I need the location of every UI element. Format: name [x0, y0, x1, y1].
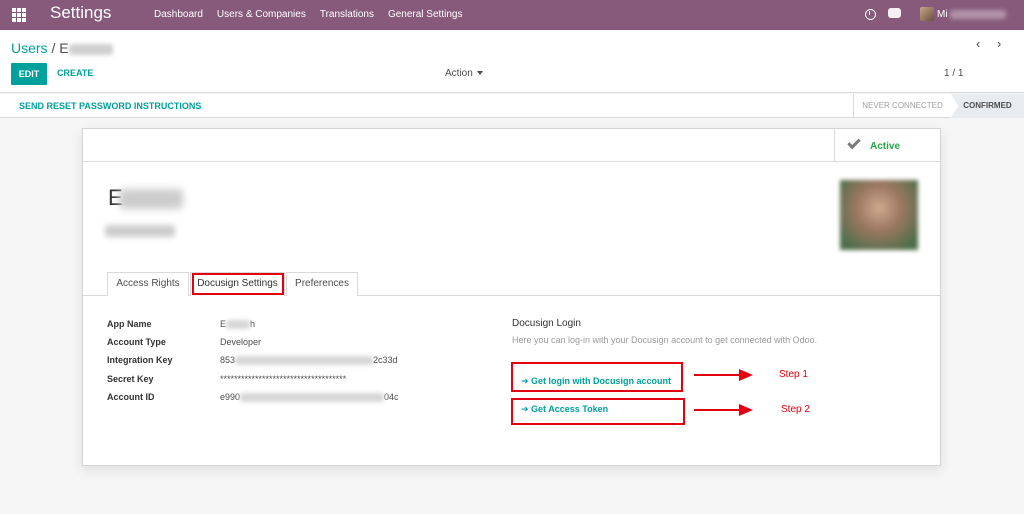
pager-value: 1 / 1 — [944, 68, 964, 79]
menu-item-dashboard[interactable]: Dashboard — [147, 0, 210, 30]
docusign-login-title: Docusign Login — [512, 318, 581, 329]
menu-item-translations[interactable]: Translations — [313, 0, 381, 30]
main-menu: Dashboard Users & Companies Translations… — [147, 0, 469, 30]
breadcrumb-users[interactable]: Users — [11, 40, 48, 56]
pager-previous-icon[interactable]: ‹ — [976, 36, 980, 51]
apps-grid-icon[interactable] — [12, 8, 26, 22]
record-title: E — [108, 185, 183, 211]
blurred-login — [105, 225, 175, 237]
step2-label: Step 2 — [781, 404, 810, 415]
blurred-record-name — [68, 43, 113, 55]
breadcrumb-separator: / — [51, 40, 56, 56]
get-access-token-link[interactable]: ➔ Get Access Token — [521, 404, 608, 415]
tab-access-rights[interactable]: Access Rights — [107, 272, 189, 296]
breadcrumb-current: E — [59, 40, 69, 56]
control-panel: Users / E EDIT CREATE Action 1 / 1 — [0, 30, 1024, 93]
active-label: Active — [870, 141, 901, 152]
sheet-button-box: Active — [83, 129, 940, 162]
blurred-value — [226, 320, 251, 330]
activity-clock-icon[interactable] — [865, 9, 876, 20]
arrow-step2-line — [694, 409, 742, 411]
user-avatar[interactable] — [920, 7, 934, 21]
user-menu[interactable]: Mi — [937, 9, 1006, 20]
app-title: Settings — [50, 3, 112, 22]
messaging-chat-icon[interactable] — [888, 8, 901, 18]
active-toggle-button[interactable]: Active — [834, 129, 940, 162]
tab-preferences[interactable]: Preferences — [286, 272, 358, 296]
edit-button[interactable]: EDIT — [11, 63, 47, 85]
field-label-secret-key: Secret Key — [107, 374, 154, 384]
account-id-end: 04c — [384, 392, 399, 402]
check-icon — [847, 135, 861, 150]
action-label: Action — [445, 68, 473, 79]
field-value-account-type: Developer — [220, 337, 262, 347]
caret-down-icon — [476, 71, 483, 76]
blurred-value — [240, 393, 385, 403]
integration-key-end: 2c33d — [373, 355, 398, 365]
docusign-login-help: Here you can log-in with your Docusign a… — [512, 335, 818, 345]
arrow-step1-icon — [739, 369, 753, 381]
blurred-value — [235, 356, 374, 366]
field-label-integration-key: Integration Key — [107, 355, 173, 365]
state-confirmed: CONFIRMED — [951, 94, 1024, 118]
user-photo[interactable] — [840, 180, 918, 250]
field-label-account-type: Account Type — [107, 337, 166, 347]
form-statusbar: SEND RESET PASSWORD INSTRUCTIONS NEVER C… — [0, 94, 1024, 118]
field-value-app-name: Eh — [220, 319, 256, 330]
field-value-secret-key: ************************************ — [220, 374, 347, 384]
menu-item-general-settings[interactable]: General Settings — [381, 0, 470, 30]
menu-item-users-companies[interactable]: Users & Companies — [210, 0, 313, 30]
blurred-title — [118, 189, 183, 210]
annotation-box-tab — [192, 273, 284, 295]
user-name-text: Mi — [937, 9, 948, 20]
form-sheet: Active E Access Rights Docusign Settings… — [82, 128, 941, 466]
app-name-end: h — [250, 319, 256, 329]
pager-next-icon[interactable]: › — [997, 36, 1001, 51]
integration-key-start: 853 — [220, 355, 236, 365]
send-reset-password-button[interactable]: SEND RESET PASSWORD INSTRUCTIONS — [19, 101, 201, 111]
account-id-start: e990 — [220, 392, 241, 402]
get-login-docusign-link[interactable]: ➔ Get login with Docusign account — [521, 376, 671, 387]
field-value-integration-key: 853 2c33d — [220, 355, 398, 366]
breadcrumb: Users / E — [11, 40, 113, 56]
create-button[interactable]: CREATE — [57, 68, 93, 78]
arrow-step2-icon — [739, 404, 753, 416]
top-navbar: Settings Dashboard Users & Companies Tra… — [0, 0, 1024, 30]
state-never-connected: NEVER CONNECTED — [853, 94, 951, 118]
step1-label: Step 1 — [779, 369, 808, 380]
action-dropdown[interactable]: Action — [445, 68, 483, 79]
field-value-account-id: e990 04c — [220, 392, 399, 403]
blurred-username — [949, 9, 1006, 19]
field-label-app-name: App Name — [107, 319, 152, 329]
arrow-step1-line — [694, 374, 742, 376]
field-label-account-id: Account ID — [107, 392, 155, 402]
